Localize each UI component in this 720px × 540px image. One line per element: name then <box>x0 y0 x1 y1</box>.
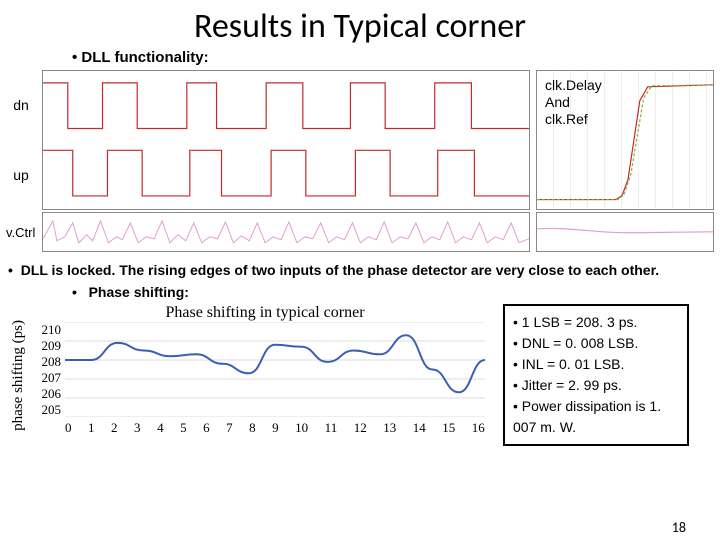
x-tick: 9 <box>272 420 279 436</box>
slide-title: Results in Typical corner <box>0 0 720 49</box>
label-vctrl-wrap: v.Ctrl <box>6 212 36 252</box>
waveform-dn-up <box>42 70 530 210</box>
bullet-ps-text: Phase shifting: <box>89 284 189 300</box>
slide-number: 18 <box>672 519 686 536</box>
x-tick: 13 <box>383 420 396 436</box>
ylabel-wrap: phase shifting (ps) <box>10 304 27 446</box>
label-dn: dn <box>13 97 29 113</box>
chart-title: Phase shifting in typical corner <box>35 304 495 322</box>
result-inl: INL = 0. 01 LSB. <box>513 354 679 375</box>
x-tick: 16 <box>472 420 485 436</box>
y-tick: 209 <box>35 338 61 354</box>
result-dnl: DNL = 0. 008 LSB. <box>513 333 679 354</box>
x-tick: 10 <box>295 420 308 436</box>
x-tick: 11 <box>325 420 338 436</box>
signals-row: dn up clk.Delay And clk.Ref <box>0 66 720 212</box>
y-tick: 208 <box>35 354 61 370</box>
result-lsb: 1 LSB = 208. 3 ps. <box>513 312 679 333</box>
x-tick: 1 <box>88 420 95 436</box>
ylabel: phase shifting (ps) <box>10 320 27 431</box>
label-up: up <box>13 167 29 183</box>
signal-labels-left: dn up <box>6 70 36 210</box>
results-box: 1 LSB = 208. 3 ps. DNL = 0. 008 LSB. INL… <box>503 304 689 446</box>
vctrl-waveform <box>42 212 530 252</box>
x-tick: 2 <box>111 420 118 436</box>
bullet-ps: • Phase shifting: <box>0 278 720 304</box>
locked-bullet: • DLL is locked. The rising edges of two… <box>0 256 720 278</box>
phase-shift-chart: Phase shifting in typical corner 210 209… <box>35 304 495 432</box>
label-vctrl: v.Ctrl <box>6 225 35 240</box>
x-tick: 4 <box>157 420 164 436</box>
x-tick: 7 <box>226 420 233 436</box>
result-power: Power dissipation is 1. 007 m. W. <box>513 396 679 438</box>
x-axis-ticks: 0 1 2 3 4 5 6 7 8 9 10 11 12 13 14 15 16 <box>65 420 485 436</box>
x-tick: 0 <box>65 420 72 436</box>
y-axis-ticks: 210 209 208 207 206 205 <box>35 322 61 417</box>
x-tick: 12 <box>354 420 367 436</box>
x-tick: 5 <box>180 420 187 436</box>
y-tick: 207 <box>35 370 61 386</box>
x-tick: 14 <box>413 420 426 436</box>
y-tick: 205 <box>35 402 61 418</box>
bullet-dll: • DLL functionality: <box>0 49 720 66</box>
y-tick: 206 <box>35 386 61 402</box>
vctrl-row: v.Ctrl <box>0 212 720 256</box>
result-jitter: Jitter = 2. 99 ps. <box>513 375 679 396</box>
bullet-dll-text: DLL functionality: <box>81 49 208 66</box>
x-tick: 6 <box>203 420 210 436</box>
vctrl-settle-plot <box>536 212 714 252</box>
chart-row: phase shifting (ps) Phase shifting in ty… <box>0 304 720 446</box>
clk-overlap-plot: clk.Delay And clk.Ref <box>536 70 714 210</box>
y-tick: 210 <box>35 322 61 338</box>
x-tick: 8 <box>249 420 256 436</box>
x-tick: 15 <box>442 420 455 436</box>
chart-svg <box>65 322 485 417</box>
x-tick: 3 <box>134 420 141 436</box>
locked-text: DLL is locked. The rising edges of two i… <box>21 262 659 278</box>
